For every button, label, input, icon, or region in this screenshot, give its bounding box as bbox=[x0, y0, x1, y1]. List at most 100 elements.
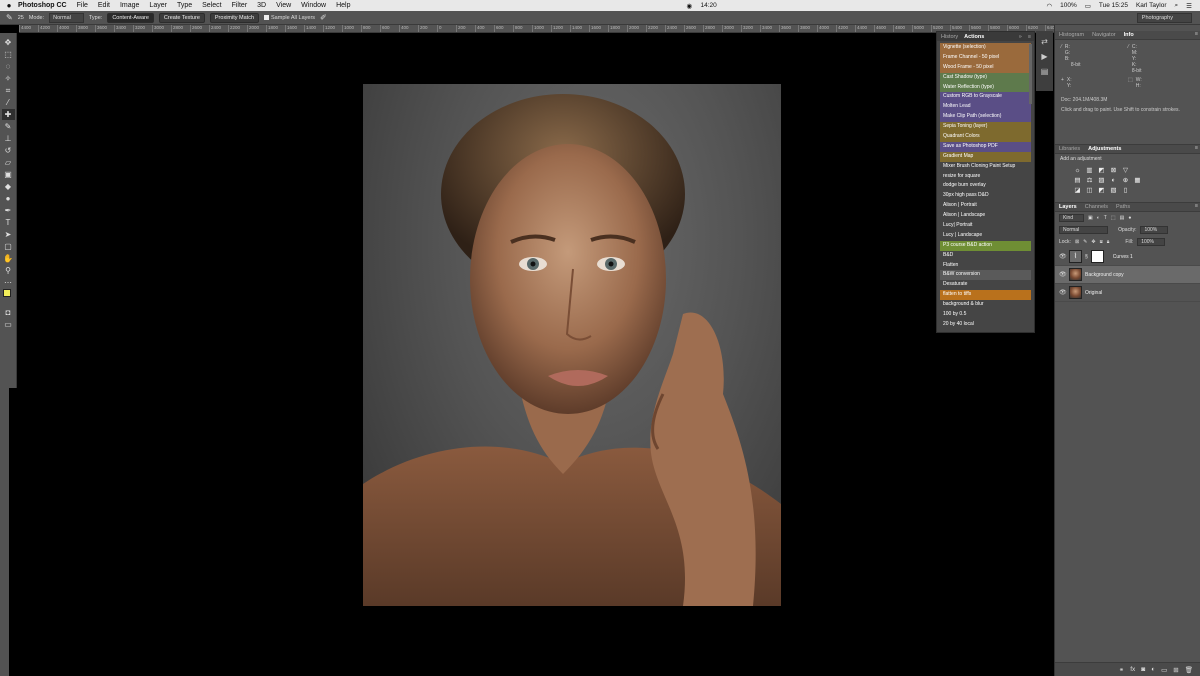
portrait-photo[interactable] bbox=[363, 84, 781, 606]
trash-icon[interactable]: 🗑︎ bbox=[1185, 666, 1193, 674]
battery-icon[interactable]: ▭ bbox=[1085, 2, 1091, 10]
layer-name[interactable]: Curves 1 bbox=[1113, 254, 1133, 260]
app-name[interactable]: Photoshop CC bbox=[18, 2, 67, 9]
actions-panel-icon[interactable]: ▶ bbox=[1041, 52, 1047, 61]
threshold-icon[interactable]: ◩ bbox=[1097, 187, 1106, 194]
action-item[interactable]: Flatten bbox=[940, 260, 1031, 271]
blend-mode-select[interactable]: Normal bbox=[1059, 226, 1109, 234]
hand-icon[interactable]: ✋ bbox=[2, 253, 15, 264]
channel-mixer-icon[interactable]: ⊕ bbox=[1121, 177, 1130, 184]
action-item[interactable]: Frame Channel - 50 pixel bbox=[940, 52, 1031, 63]
tab-histogram[interactable]: Histogram bbox=[1059, 32, 1084, 38]
adjustment-icon[interactable]: ◐ bbox=[1151, 666, 1155, 673]
action-item[interactable]: Desaturate bbox=[940, 280, 1031, 291]
action-item[interactable]: flatten to tiffs bbox=[940, 290, 1031, 301]
action-item[interactable]: Gradient Map bbox=[940, 151, 1031, 162]
mask-icon[interactable]: ◙ bbox=[1141, 666, 1145, 673]
action-item[interactable]: Vignette (selection) bbox=[940, 43, 1031, 53]
action-item[interactable]: Cast Shadow (type) bbox=[940, 72, 1031, 83]
eyedropper-icon[interactable]: ⁄ bbox=[2, 97, 15, 108]
move-icon[interactable]: ✥ bbox=[2, 37, 15, 48]
quick-mask-icon[interactable]: ◘ bbox=[2, 307, 15, 318]
vibrance-icon[interactable]: ▽ bbox=[1121, 167, 1130, 174]
dodge-icon[interactable]: ● bbox=[2, 193, 15, 204]
tab-info[interactable]: Info bbox=[1124, 32, 1134, 38]
action-item[interactable]: Mixer Brush Cloning Paint Setup bbox=[940, 161, 1031, 172]
type-create-texture[interactable]: Create Texture bbox=[158, 12, 205, 23]
shape-icon[interactable]: ▢ bbox=[2, 241, 15, 252]
action-item[interactable]: Molten Lead bbox=[940, 102, 1031, 113]
action-item[interactable]: Custom RGB to Grayscale bbox=[940, 92, 1031, 103]
brush-size[interactable]: 25 bbox=[18, 15, 24, 21]
marquee-icon[interactable]: ⬚ bbox=[2, 49, 15, 60]
lock-artboard-icon[interactable]: ⧈ bbox=[1100, 239, 1103, 245]
action-item[interactable]: 100 by 0.5 bbox=[940, 310, 1031, 320]
history-brush-icon[interactable]: ↺ bbox=[2, 145, 15, 156]
tool-preset-icon[interactable]: ✎ bbox=[6, 13, 13, 22]
action-item[interactable]: 30px high pass D&D bbox=[940, 191, 1031, 202]
notification-icon[interactable]: ☰ bbox=[1186, 2, 1192, 10]
tab-paths[interactable]: Paths bbox=[1116, 204, 1130, 210]
pressure-icon[interactable]: ✐ bbox=[320, 13, 327, 22]
opacity-input[interactable]: 100% bbox=[1140, 226, 1169, 234]
action-item[interactable]: resize for square bbox=[940, 171, 1031, 182]
sample-all-layers-checkbox[interactable]: Sample All Layers bbox=[264, 15, 315, 21]
actions-scrollbar[interactable] bbox=[1029, 44, 1032, 104]
menu-view[interactable]: View bbox=[276, 2, 291, 9]
checkbox-icon[interactable] bbox=[264, 14, 270, 20]
visibility-eye-icon[interactable]: 👁︎ bbox=[1059, 289, 1067, 296]
menu-filter[interactable]: Filter bbox=[232, 2, 248, 9]
fx-icon[interactable]: fx bbox=[1130, 666, 1135, 673]
apple-icon[interactable]: ● bbox=[0, 1, 18, 10]
type-content-aware[interactable]: Content-Aware bbox=[107, 12, 154, 23]
action-item[interactable]: 20 by 40 local bbox=[940, 319, 1031, 330]
foreground-color-swatch[interactable] bbox=[2, 289, 11, 297]
hue-saturation-icon[interactable]: ▤ bbox=[1073, 177, 1082, 184]
user-name[interactable]: Karl Taylor bbox=[1136, 2, 1167, 9]
visibility-eye-icon[interactable]: 👁︎ bbox=[1059, 253, 1067, 260]
clone-stamp-icon[interactable]: ⊥ bbox=[2, 133, 15, 144]
action-item[interactable]: Water Reflection (type) bbox=[940, 82, 1031, 93]
layer-name[interactable]: Original bbox=[1085, 290, 1102, 296]
gradient-icon[interactable]: ▣ bbox=[2, 169, 15, 180]
action-item[interactable]: Alison | Portrait bbox=[940, 201, 1031, 212]
filter-adjustment-icon[interactable]: ◐ bbox=[1097, 215, 1100, 221]
filter-toggle-icon[interactable]: ● bbox=[1128, 215, 1131, 221]
layer-row-curves[interactable]: 👁︎ ⌇ § Curves 1 bbox=[1055, 248, 1200, 266]
levels-icon[interactable]: ▥ bbox=[1085, 167, 1094, 174]
workspace-select[interactable]: Photography bbox=[1136, 13, 1192, 23]
layer-row-original[interactable]: 👁︎ Original bbox=[1055, 284, 1200, 302]
crop-icon[interactable]: ⌗ bbox=[2, 85, 15, 96]
selective-color-icon[interactable]: ▯ bbox=[1121, 187, 1130, 194]
history-panel-icon[interactable]: ⇄ bbox=[1041, 37, 1048, 46]
healing-brush-icon[interactable]: ✚ bbox=[1, 109, 15, 120]
magic-wand-icon[interactable]: ✧ bbox=[2, 73, 15, 84]
brush-icon[interactable]: ✎ bbox=[2, 121, 15, 132]
panel-menu-icon[interactable]: ≡ bbox=[1195, 203, 1198, 209]
tab-history[interactable]: History bbox=[941, 34, 958, 40]
action-item[interactable]: dodge burn overlay bbox=[940, 181, 1031, 192]
tab-adjustments[interactable]: Adjustments bbox=[1088, 146, 1121, 152]
exposure-icon[interactable]: ⊠ bbox=[1109, 167, 1118, 174]
visibility-eye-icon[interactable]: 👁︎ bbox=[1059, 271, 1067, 278]
curves-icon[interactable]: ◩ bbox=[1097, 167, 1106, 174]
menu-window[interactable]: Window bbox=[301, 2, 326, 9]
action-item[interactable]: P3 course B&D action bbox=[940, 240, 1031, 251]
path-selection-icon[interactable]: ➤ bbox=[2, 229, 15, 240]
panel-menu-icon[interactable]: ≡ bbox=[1195, 31, 1198, 37]
tab-actions[interactable]: Actions bbox=[964, 34, 984, 40]
lock-all-icon[interactable]: 🔒︎ bbox=[1107, 239, 1110, 245]
menu-type[interactable]: Type bbox=[177, 2, 192, 9]
type-proximity-match[interactable]: Proximity Match bbox=[209, 12, 260, 23]
menu-edit[interactable]: Edit bbox=[98, 2, 110, 9]
canvas-area[interactable] bbox=[19, 33, 1054, 676]
brightness-icon[interactable]: ☼ bbox=[1073, 167, 1082, 174]
menu-file[interactable]: File bbox=[77, 2, 88, 9]
filter-smart-object-icon[interactable]: ▤ bbox=[1120, 215, 1125, 221]
screen-mode-icon[interactable]: ▭ bbox=[2, 319, 15, 330]
menu-select[interactable]: Select bbox=[202, 2, 221, 9]
color-lookup-icon[interactable]: ▦ bbox=[1133, 177, 1142, 184]
color-balance-icon[interactable]: ⚖ bbox=[1085, 177, 1094, 184]
layer-filter-kind[interactable]: Kind bbox=[1059, 214, 1085, 222]
color-swatches[interactable] bbox=[2, 289, 15, 301]
